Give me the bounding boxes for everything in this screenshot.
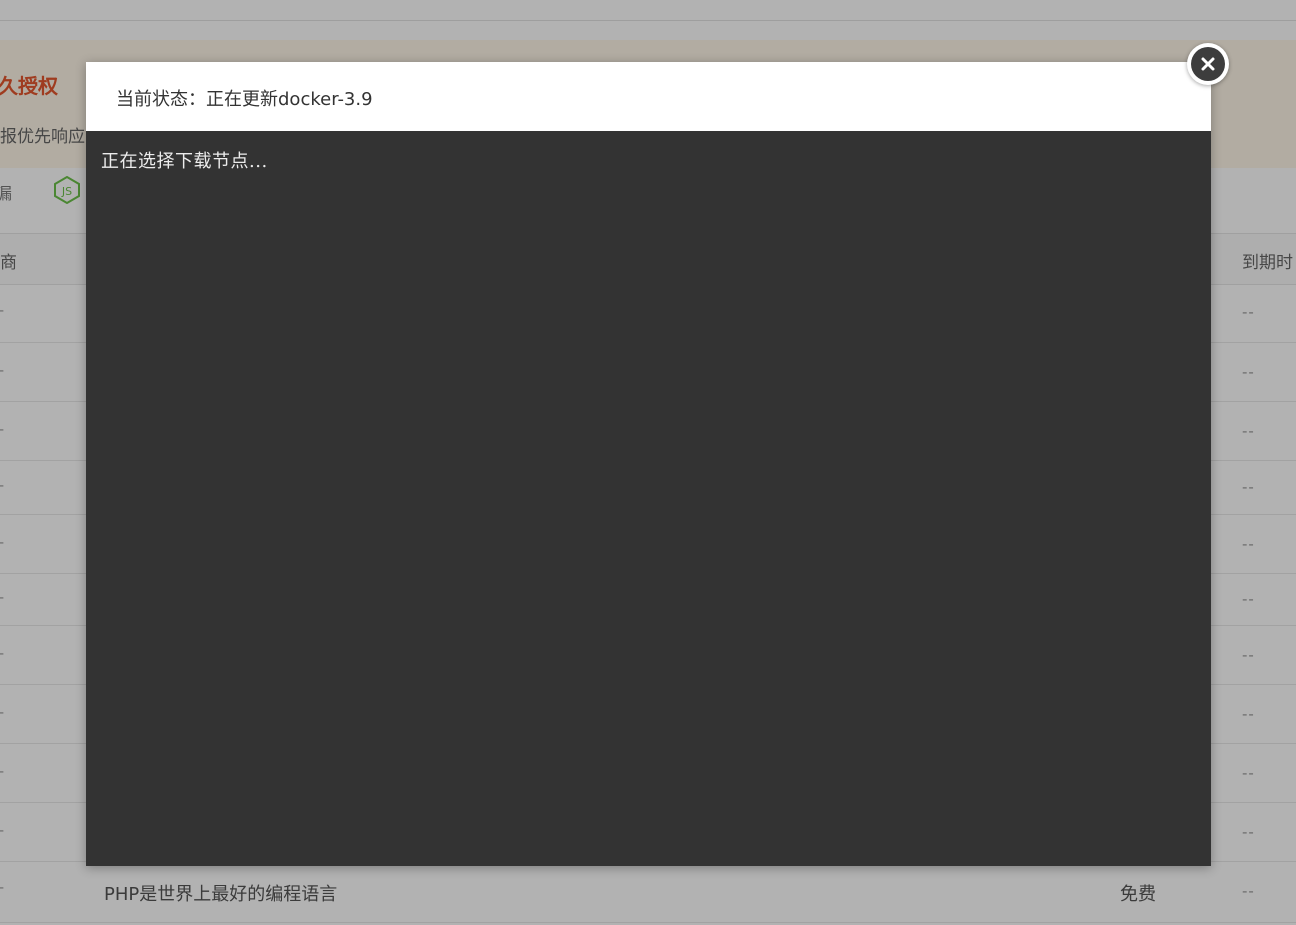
dialog-header: 当前状态：正在更新docker-3.9: [86, 62, 1211, 131]
close-button[interactable]: [1187, 43, 1229, 85]
close-icon: [1201, 57, 1215, 71]
terminal-line: 正在选择下载节点...: [101, 151, 268, 172]
terminal-output: 正在选择下载节点...: [86, 131, 1211, 866]
dialog-title: 当前状态：正在更新docker-3.9: [116, 89, 373, 110]
update-dialog: 当前状态：正在更新docker-3.9 正在选择下载节点...: [86, 62, 1211, 866]
